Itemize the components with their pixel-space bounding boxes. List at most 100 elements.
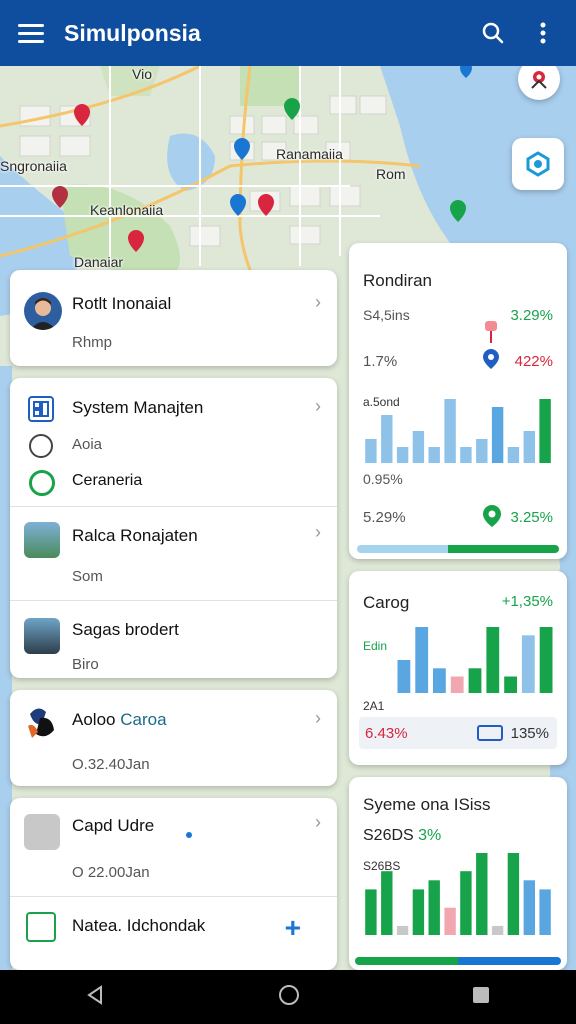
globe-icon [29, 470, 55, 496]
item-label: Natea. Idchondak [72, 916, 206, 935]
recents-icon[interactable] [471, 985, 491, 1010]
profile-sub: Rhmp [72, 334, 113, 351]
pin-icon [483, 505, 501, 527]
chart-bar [486, 627, 500, 693]
chart-bar [444, 907, 456, 935]
system-nav-bar [0, 970, 576, 1024]
stat-label: 0.95% [363, 471, 403, 487]
logo-icon [24, 704, 60, 744]
chart-label: Edin [363, 639, 388, 653]
chart-bar [396, 447, 409, 463]
item-label: Aoia [72, 436, 103, 453]
chart-bar [491, 925, 504, 935]
capd-card: Capd Udre › O 22.00Jan Natea. Idchondak … [10, 798, 337, 970]
stat-value-a: S26DS [363, 827, 414, 844]
chart-bar [521, 635, 535, 693]
stats-card-2: Carog +1,35% Edin 2A1 6.43% 135% [349, 571, 567, 765]
bar-chart-3 [365, 853, 551, 935]
card-icon [477, 725, 503, 741]
status-dot [186, 832, 192, 838]
aoloo-card[interactable]: Aoloo Caroa › O.32.40Jan [10, 690, 337, 786]
search-icon[interactable] [478, 18, 508, 48]
item-label: Ceraneria [72, 472, 143, 489]
stat-label: S4,5ins [363, 307, 410, 323]
chart-bar [460, 447, 472, 463]
stat-value-b: 3% [418, 827, 442, 844]
app-bar: Simulponsia [0, 0, 576, 66]
my-location-button[interactable] [512, 138, 564, 190]
map-label: Vio [132, 66, 152, 82]
chart-bar [523, 431, 535, 463]
chart-bar [539, 889, 551, 935]
chart-bar [539, 627, 553, 693]
chart-bar [507, 853, 520, 935]
chevron-right-icon: › [315, 292, 321, 312]
location-pin-icon [531, 71, 547, 89]
map-label: Sngronaiia [0, 158, 67, 174]
back-icon[interactable] [85, 984, 107, 1011]
chart-bar [428, 447, 440, 463]
chart-bar [476, 439, 488, 463]
chart-label: 2A1 [363, 699, 385, 713]
profile-name: Rotlt Inonaial [72, 294, 172, 313]
marker-icon [485, 321, 497, 331]
item-label-a: Aoloo [72, 710, 116, 729]
chart-bar [415, 627, 429, 693]
chart-bar [507, 447, 520, 463]
chart-bar [412, 889, 425, 935]
chart-bar [476, 853, 488, 935]
map-label: Rom [376, 166, 406, 182]
chart-bar [428, 880, 440, 935]
chart-bar [491, 407, 504, 463]
stat-value: +1,35% [501, 593, 553, 610]
card-title: Rondiran [363, 271, 432, 290]
clock-icon [29, 434, 53, 458]
landscape-thumbnail [24, 522, 60, 558]
home-icon[interactable] [277, 983, 301, 1012]
city-thumbnail [24, 618, 60, 654]
chart-icon [26, 912, 56, 942]
item-label: Sagas brodert [72, 620, 179, 639]
chart-bar [397, 660, 411, 693]
device-icon [24, 814, 60, 850]
chart-bar [412, 431, 425, 463]
chart-bar [444, 399, 456, 463]
map-label: Ranamaiia [276, 146, 343, 162]
menu-icon[interactable] [18, 20, 44, 46]
stat-value: 3.29% [510, 307, 553, 324]
item-label: Aoloo Caroa [72, 710, 167, 730]
chevron-right-icon: › [315, 708, 321, 728]
stat-value: 3.25% [510, 509, 553, 526]
card-title: Syeme ona ISiss [363, 795, 491, 814]
progress-bar [357, 545, 559, 553]
app-title: Simulponsia [64, 19, 201, 46]
card-title: Carog [363, 593, 410, 612]
stat-value: 6.43% [365, 725, 408, 742]
avatar [24, 292, 62, 330]
item-sub: O 22.00Jan [72, 864, 150, 881]
chart-bar [450, 676, 464, 693]
item-sub: Som [72, 568, 103, 585]
add-icon[interactable]: + [285, 912, 301, 944]
comparison-row: 6.43% 135% [359, 717, 557, 749]
progress-bar [355, 957, 561, 965]
profile-card[interactable]: Rotlt Inonaial › Rhmp [10, 270, 337, 366]
map-label: Keanlonaiia [90, 202, 164, 218]
item-sub: O.32.40Jan [72, 756, 150, 773]
more-vert-icon[interactable] [528, 18, 558, 48]
target-icon [526, 151, 550, 177]
item-label-b: Caroa [120, 710, 167, 729]
dashboard-icon [28, 396, 54, 422]
bar-chart-2 [397, 627, 553, 693]
stat-label: 5.29% [363, 509, 406, 526]
chart-bar [433, 668, 446, 693]
item-label: Capd Udre [72, 816, 155, 835]
chart-bar [396, 925, 409, 935]
chart-bar [381, 415, 393, 463]
chart-bar [504, 676, 517, 693]
map-label: Danaiar [74, 254, 124, 270]
stat-value: S26DS 3% [363, 827, 441, 845]
chart-bar [539, 399, 551, 463]
location-pin-icon [483, 349, 499, 369]
item-label: Ralca Ronajaten [72, 526, 198, 545]
